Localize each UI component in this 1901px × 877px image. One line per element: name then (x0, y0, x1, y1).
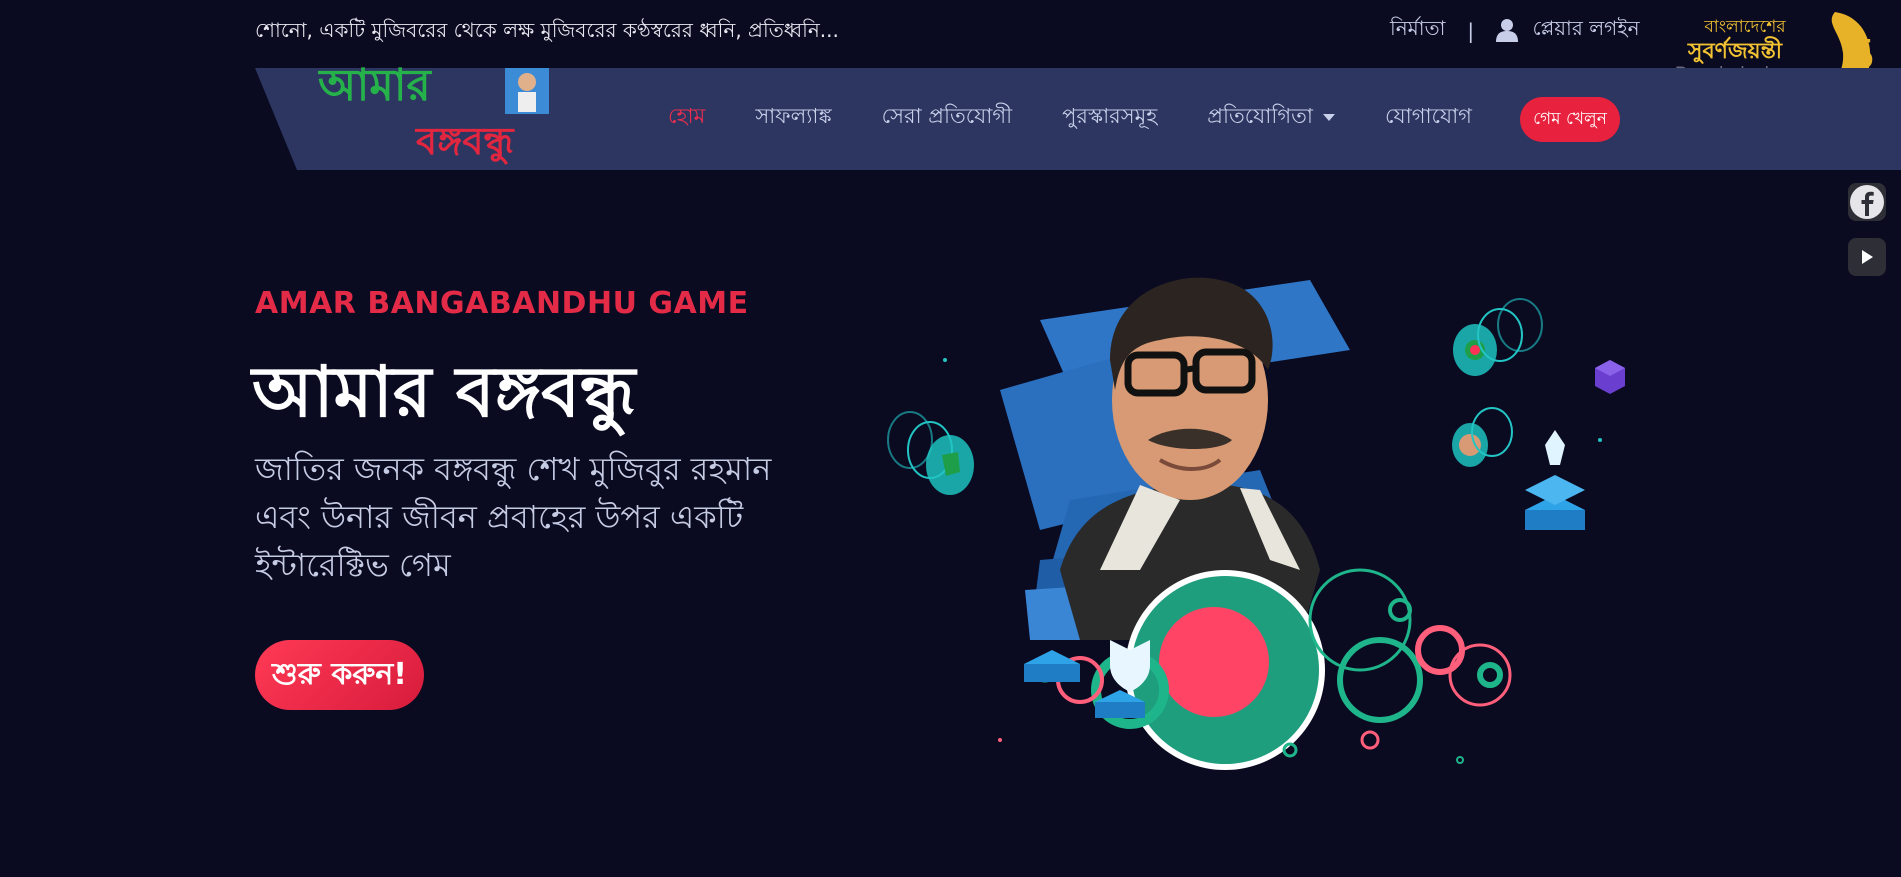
logo-line1: আমার (318, 66, 433, 111)
top-bar: শোনো, একটি মুজিবরের থেকে লক্ষ মুজিবরের ক… (0, 0, 1901, 62)
facebook-icon (1850, 185, 1884, 219)
hero-tagline: AMAR BANGABANDHU GAME (255, 286, 749, 321)
player-login-link[interactable]: প্লেয়ার লগইন (1496, 14, 1640, 47)
logo-line2: বঙ্গবন্ধু (414, 119, 516, 166)
hexagon-gem (1595, 360, 1625, 394)
jubilee-line2: সুবর্ণজয়ন্তী (1687, 36, 1783, 65)
chevron-down-icon (1322, 113, 1335, 121)
nav-item-awards[interactable]: পুরস্কারসমূহ (1062, 100, 1157, 135)
play-game-button[interactable]: গেম খেলুন (1520, 97, 1620, 142)
youtube-button[interactable] (1848, 238, 1886, 276)
separator: | (1467, 18, 1475, 43)
amar-bangabandhu-logo[interactable]: আমার বঙ্গবন্ধু (318, 66, 580, 170)
nav-item-home[interactable]: হোম (668, 100, 705, 135)
start-button[interactable]: শুরু করুন! (255, 640, 424, 710)
maker-link[interactable]: নির্মাতা (1390, 14, 1445, 47)
floating-disc-portrait (1452, 407, 1513, 467)
hero-title: আমার বঙ্গবন্ধু (252, 351, 636, 433)
floating-disc-left (887, 411, 974, 495)
hero-description: জাতির জনক বঙ্গবন্ধু শেখ মুজিবুর রহমান এব… (255, 450, 772, 584)
nav-item-competition-label: প্রতিযোগিতা (1207, 104, 1313, 128)
nav-item-contact[interactable]: যোগাযোগ (1385, 100, 1472, 135)
top-right-links: নির্মাতা | প্লেয়ার লগইন (1390, 14, 1640, 47)
nav-item-competition[interactable]: প্রতিযোগিতা (1207, 100, 1335, 135)
nav-item-success[interactable]: সাফল্যাঙ্ক (755, 100, 831, 135)
facebook-button[interactable] (1848, 183, 1886, 221)
youtube-play-icon (1862, 250, 1873, 264)
user-icon (1496, 18, 1519, 42)
floating-disc-flag (1453, 298, 1543, 376)
hero-illustration (887, 277, 1625, 770)
nav-menu: হোম সাফল্যাঙ্ক সেরা প্রতিযোগী পুরস্কারসম… (668, 100, 1472, 135)
nav-item-top-players[interactable]: সেরা প্রতিযোগী (882, 100, 1013, 135)
blue-cube-stack-right (1525, 430, 1585, 530)
player-login-label: প্লেয়ার লগইন (1532, 16, 1640, 40)
jubilee-line1: বাংলাদেশের (1703, 17, 1786, 37)
marquee-text: শোনো, একটি মুজিবরের থেকে লক্ষ মুজিবরের ক… (255, 18, 839, 42)
